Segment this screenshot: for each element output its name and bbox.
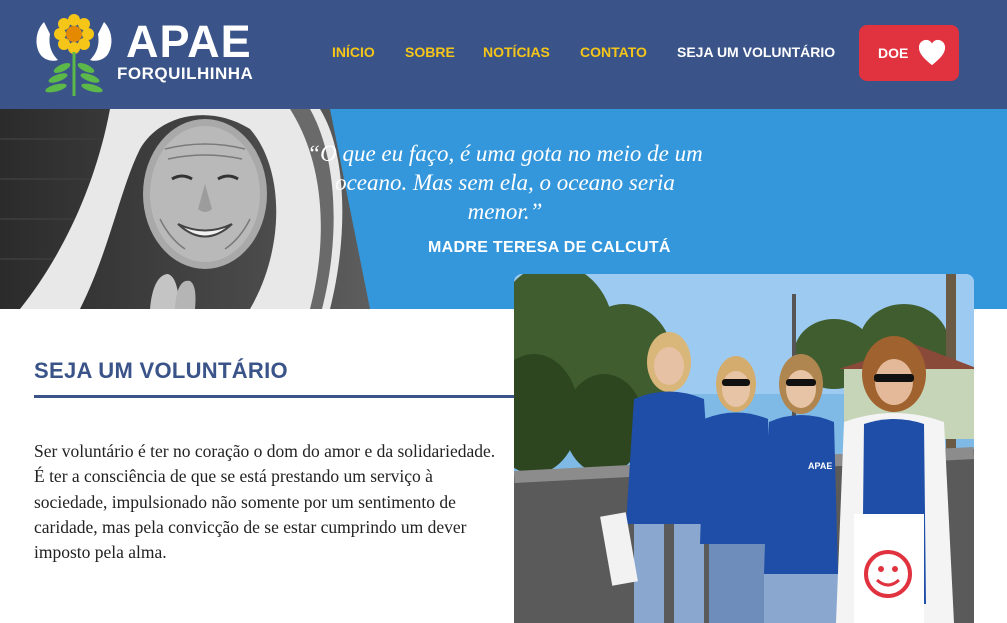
shirt-badge-text: APAE (808, 461, 832, 471)
heart-icon (918, 39, 946, 66)
nav-item-contato[interactable]: CONTATO (580, 44, 647, 60)
section-title: SEJA UM VOLUNTÁRIO (34, 358, 288, 383)
volunteers-photo: APAE (514, 274, 974, 623)
apae-logo[interactable]: APAE FORQUILHINHA (30, 8, 270, 100)
hero-quote: “O que eu faço, é uma gota no meio de um… (307, 141, 703, 224)
brand-subtitle: FORQUILHINHA (117, 64, 254, 83)
title-divider (34, 395, 514, 398)
donate-label: DOE (878, 45, 909, 61)
donate-button[interactable]: DOE (859, 25, 959, 81)
section-body: Ser voluntário é ter no coração o dom do… (34, 441, 496, 563)
nav-item-noticias[interactable]: NOTÍCIAS (483, 44, 550, 60)
quote-author: MADRE TERESA DE CALCUTÁ (428, 239, 671, 256)
flower-hands-logo-icon (36, 14, 112, 96)
site-header: APAE FORQUILHINHA INÍCIO SOBRE NOTÍCIAS … (0, 0, 1007, 109)
brand-title: APAE (126, 16, 252, 67)
nav-item-seja-voluntario[interactable]: SEJA UM VOLUNTÁRIO (677, 44, 835, 60)
nav-item-inicio[interactable]: INÍCIO (332, 44, 375, 60)
nav-item-sobre[interactable]: SOBRE (405, 44, 455, 60)
